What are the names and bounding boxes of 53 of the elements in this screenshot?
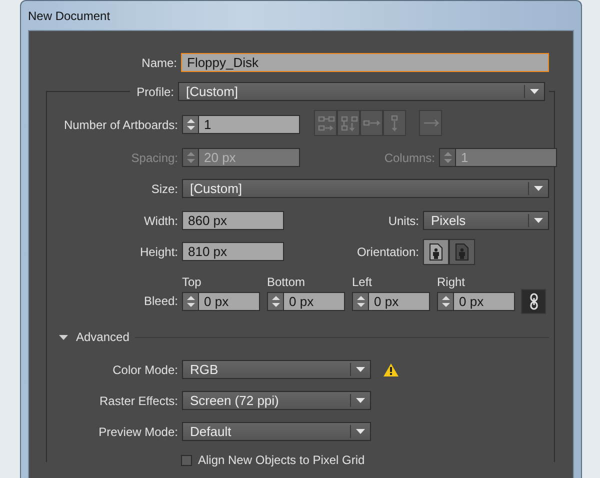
input-field[interactable]: 1 [198,115,300,134]
dropdown[interactable]: [Custom] [182,179,549,198]
field-label: Right [437,275,466,290]
field-label: Preview Mode: [98,424,179,438]
caret-icon [534,186,543,191]
field-label: Height: [138,244,179,258]
advanced-toggle[interactable]: Advanced [59,330,130,344]
input-field[interactable]: 0 px [368,292,430,311]
landscape-page-icon [454,242,470,260]
field-label: Left [352,275,374,290]
input-field[interactable]: Floppy_Disk [181,53,549,72]
caret-icon [356,398,365,403]
checkbox-label: Align New Objects to Pixel Grid [198,453,365,467]
input-field[interactable]: 0 px [283,292,345,311]
portrait-page-icon [428,242,444,260]
dropdown[interactable]: RGB [182,360,371,379]
field-label: Columns: [383,150,436,164]
input-field[interactable]: 0 px [198,292,260,311]
dropdown[interactable]: Screen (72 ppi) [182,391,371,410]
orientation-button[interactable] [423,238,449,264]
field-label: Top [182,275,202,290]
triangle-down-icon [59,332,68,342]
field-label: Spacing: [130,150,179,164]
chain-link-icon [528,293,538,310]
caret-icon [534,218,543,223]
caret-icon [356,429,365,434]
link-button[interactable] [521,289,546,314]
input-field[interactable]: 0 px [453,292,515,311]
caret-icon [530,89,539,94]
input-field[interactable]: 810 px [182,242,284,261]
field-label: Name: [140,56,178,70]
spinner-arrows[interactable] [437,292,453,311]
field-label: Orientation: [356,244,420,258]
field-label: Width: [142,214,179,228]
field-label: Number of Artboards: [62,118,179,132]
field-label: Units: [387,214,420,228]
field-label: Raster Effects: [98,394,179,408]
field-label: Profile: [136,84,175,98]
dropdown[interactable]: [Custom] [178,82,545,101]
field-label: Size: [150,182,179,196]
dropdown[interactable]: Default [182,422,371,441]
field-label: Bleed: [142,293,179,310]
caret-icon [356,367,365,372]
dropdown[interactable]: Pixels [423,211,549,230]
spinner-arrows[interactable] [352,292,368,311]
field-label: Bottom [267,275,306,290]
spinner-arrows[interactable] [182,115,198,134]
spinner-arrows[interactable] [182,292,198,311]
input-field[interactable]: 860 px [182,211,284,230]
checkbox[interactable] [181,454,192,466]
field-label: Color Mode: [112,362,179,376]
window-title: New Document [28,8,110,22]
spinner-arrows[interactable] [267,292,283,311]
